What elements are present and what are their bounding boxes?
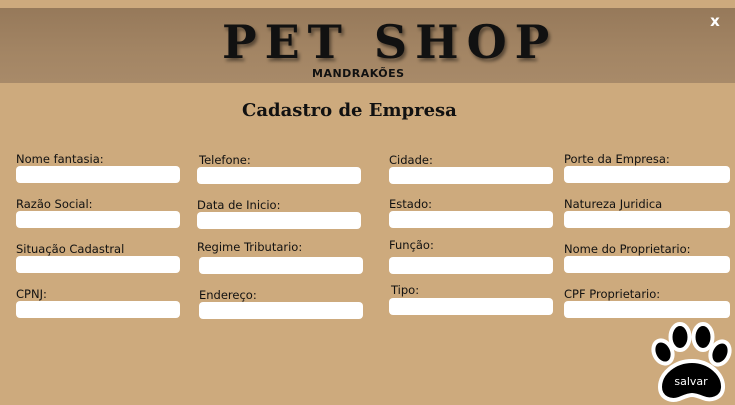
cpnj-input[interactable] xyxy=(16,301,180,318)
nome-fantasia-input[interactable] xyxy=(16,166,180,183)
endereco-input[interactable] xyxy=(199,302,363,319)
close-button[interactable]: x xyxy=(704,10,726,32)
regime-tributario-label: Regime Tributario: xyxy=(197,240,303,254)
nome-proprietario-input[interactable] xyxy=(564,256,730,273)
logo-subtitle: MANDRAKÕES xyxy=(312,67,405,80)
endereco-label: Endereço: xyxy=(199,288,257,302)
page-title: Cadastro de Empresa xyxy=(242,100,457,121)
razao-social-input[interactable] xyxy=(16,211,180,228)
cidade-label: Cidade: xyxy=(389,153,433,167)
telefone-input[interactable] xyxy=(197,167,361,184)
funcao-input[interactable] xyxy=(389,257,553,274)
cpf-proprietario-input[interactable] xyxy=(564,301,730,318)
data-inicio-label: Data de Inicio: xyxy=(197,198,281,212)
natureza-juridica-input[interactable] xyxy=(564,211,730,228)
data-inicio-input[interactable] xyxy=(197,212,361,229)
logo-title: PET SHOP xyxy=(222,15,558,69)
estado-label: Estado: xyxy=(389,197,433,211)
tipo-label: Tipo: xyxy=(391,283,420,297)
save-button[interactable]: salvar xyxy=(647,322,735,405)
cpnj-label: CPNJ: xyxy=(16,287,47,301)
cidade-input[interactable] xyxy=(389,167,553,184)
paw-print-icon xyxy=(651,322,732,402)
cpf-proprietario-label: CPF Proprietario: xyxy=(564,287,661,301)
situacao-cadastral-label: Situação Cadastral xyxy=(16,242,125,256)
estado-input[interactable] xyxy=(389,211,553,228)
porte-empresa-input[interactable] xyxy=(564,166,730,183)
porte-empresa-label: Porte da Empresa: xyxy=(564,152,670,166)
telefone-label: Telefone: xyxy=(199,153,251,167)
razao-social-label: Razão Social: xyxy=(16,197,93,211)
nome-proprietario-label: Nome do Proprietario: xyxy=(564,242,691,256)
header-banner: PET SHOP MANDRAKÕES xyxy=(0,8,735,83)
top-strip xyxy=(0,0,735,8)
natureza-juridica-label: Natureza Juridica xyxy=(564,197,663,211)
situacao-cadastral-input[interactable] xyxy=(16,256,180,273)
funcao-label: Função: xyxy=(389,238,434,252)
tipo-input[interactable] xyxy=(389,298,553,315)
save-label: salvar xyxy=(674,375,708,388)
nome-fantasia-label: Nome fantasia: xyxy=(16,152,104,166)
regime-tributario-input[interactable] xyxy=(199,257,363,274)
